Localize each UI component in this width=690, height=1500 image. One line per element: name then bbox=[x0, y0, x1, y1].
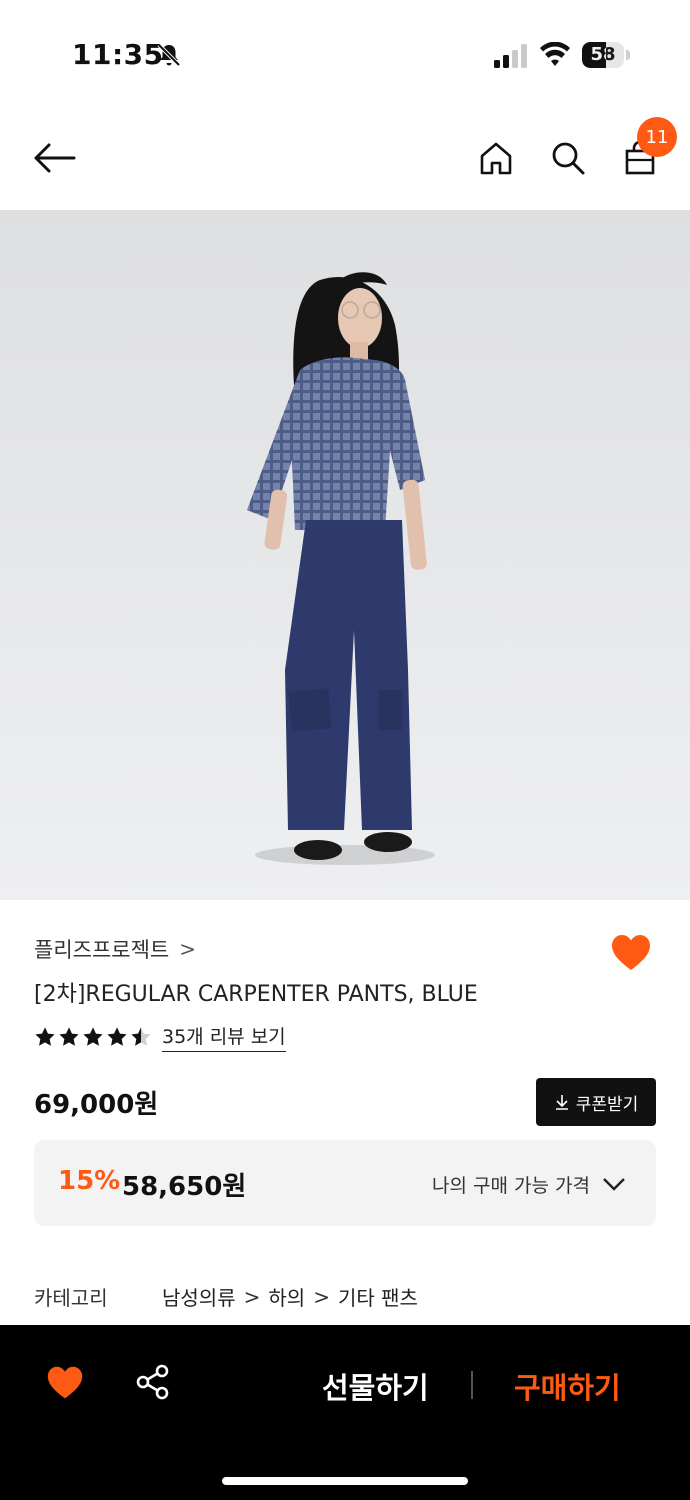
breadcrumb: 남성의류 > 하의 > 기타 팬츠 bbox=[162, 1282, 418, 1311]
buy-button[interactable]: 구매하기 bbox=[514, 1365, 621, 1407]
download-icon bbox=[555, 1095, 568, 1110]
chevron-right-icon: > bbox=[179, 937, 197, 961]
top-nav bbox=[0, 110, 690, 210]
rating-row: 35개 리뷰 보기 bbox=[34, 1022, 286, 1052]
category-label: 카테고리 bbox=[34, 1286, 108, 1310]
coupon-button[interactable]: 쿠폰받기 bbox=[536, 1078, 656, 1126]
status-bar: 11:35 58 bbox=[0, 0, 690, 110]
chevron-down-icon bbox=[603, 1178, 625, 1191]
brand-link[interactable]: 플리즈프로젝트 > bbox=[34, 934, 196, 964]
best-price-box[interactable]: 15% 58,650원 나의 구매 가능 가격 bbox=[34, 1140, 656, 1226]
coupon-label: 쿠폰받기 bbox=[575, 1094, 639, 1115]
battery-percent: 58 bbox=[590, 44, 616, 65]
product-image[interactable] bbox=[0, 210, 690, 900]
bottom-action-bar: 선물하기 구매하기 bbox=[0, 1325, 690, 1500]
wifi-icon bbox=[540, 42, 570, 66]
star-icon bbox=[83, 1027, 103, 1046]
review-link[interactable]: 35개 리뷰 보기 bbox=[162, 1022, 286, 1052]
star-icon bbox=[35, 1027, 55, 1046]
cellular-signal-icon bbox=[494, 44, 527, 68]
search-button[interactable] bbox=[544, 134, 592, 182]
chevron-right-icon: > bbox=[313, 1284, 330, 1309]
home-icon bbox=[480, 142, 512, 175]
search-icon bbox=[552, 142, 585, 175]
cart-count-badge: 11 bbox=[637, 117, 677, 157]
breadcrumb-item[interactable]: 기타 팬츠 bbox=[338, 1282, 418, 1311]
gift-button[interactable]: 선물하기 bbox=[322, 1365, 429, 1407]
wishlist-heart-icon[interactable] bbox=[610, 934, 652, 972]
product-title: [2차]REGULAR CARPENTER PANTS, BLUE bbox=[34, 982, 478, 1007]
model-photo bbox=[247, 272, 435, 865]
best-price: 58,650원 bbox=[122, 1172, 247, 1202]
star-icon bbox=[131, 1027, 151, 1046]
share-icon[interactable] bbox=[134, 1363, 172, 1401]
best-price-label: 나의 구매 가능 가격 bbox=[432, 1175, 590, 1197]
discount-percent: 15% bbox=[58, 1166, 121, 1196]
battery-icon: 58 bbox=[582, 42, 630, 68]
back-button[interactable] bbox=[30, 134, 78, 182]
category-row: 카테고리 남성의류 > 하의 > 기타 팬츠 bbox=[34, 1282, 418, 1311]
bell-muted-icon bbox=[157, 43, 181, 67]
like-heart-icon[interactable] bbox=[46, 1365, 84, 1401]
star-icon bbox=[107, 1027, 127, 1046]
arrow-left-icon bbox=[34, 143, 76, 173]
star-icon bbox=[59, 1027, 79, 1046]
status-time: 11:35 bbox=[72, 38, 164, 71]
brand-name: 플리즈프로젝트 bbox=[34, 938, 170, 962]
divider bbox=[471, 1371, 473, 1399]
breadcrumb-item[interactable]: 하의 bbox=[268, 1282, 305, 1311]
chevron-right-icon: > bbox=[243, 1284, 261, 1309]
home-indicator bbox=[222, 1477, 468, 1485]
breadcrumb-item[interactable]: 남성의류 bbox=[162, 1282, 236, 1311]
home-button[interactable] bbox=[472, 134, 520, 182]
rating-stars bbox=[34, 1026, 152, 1048]
original-price: 69,000원 bbox=[34, 1090, 159, 1120]
